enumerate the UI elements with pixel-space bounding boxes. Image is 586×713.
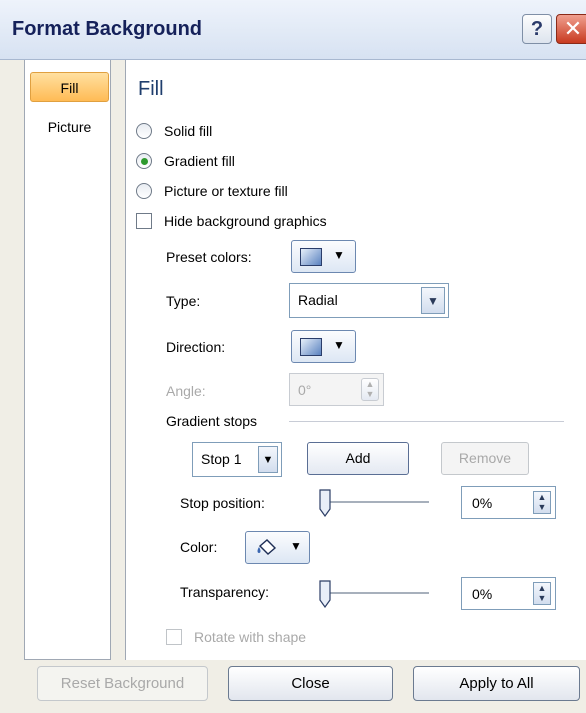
stop-position-slider[interactable] [316, 486, 431, 519]
spinner-arrows-icon: ▲ ▼ [361, 378, 379, 401]
picture-fill-option[interactable]: Picture or texture fill [136, 180, 288, 202]
remove-stop-button: Remove [441, 442, 529, 475]
type-value: Radial [298, 292, 338, 308]
preset-colors-dropdown[interactable]: ▼ [291, 240, 356, 273]
slider-track [324, 501, 429, 503]
color-label: Color: [180, 539, 218, 555]
transparency-value: 0% [472, 586, 493, 602]
format-background-dialog: Format Background ? ✕ Fill Picture Fill … [0, 0, 586, 713]
angle-value: 0° [298, 382, 312, 398]
chevron-down-icon[interactable]: ▼ [258, 446, 278, 473]
stop-position-label: Stop position: [180, 495, 265, 511]
transparency-slider[interactable] [316, 577, 431, 610]
solid-fill-option[interactable]: Solid fill [136, 120, 212, 142]
reset-background-button: Reset Background [37, 666, 208, 701]
solid-fill-radio[interactable] [136, 123, 152, 139]
selected-dot [141, 158, 148, 165]
direction-label: Direction: [166, 339, 226, 355]
fill-panel: Fill Solid fill Gradient fill Picture or… [125, 60, 586, 660]
gradient-fill-radio[interactable] [136, 153, 152, 169]
direction-swatch-icon [300, 338, 322, 356]
close-button[interactable]: Close [228, 666, 393, 701]
hide-bg-label: Hide background graphics [164, 213, 327, 229]
dropdown-arrow-icon: ▼ [333, 248, 345, 262]
hide-bg-option[interactable]: Hide background graphics [136, 210, 327, 232]
apply-to-all-button[interactable]: Apply to All [413, 666, 580, 701]
dropdown-arrow-icon: ▼ [333, 338, 345, 352]
angle-label: Angle: [166, 383, 206, 399]
color-dropdown[interactable]: ▼ [245, 531, 310, 564]
rotate-with-shape-checkbox [166, 629, 182, 645]
type-label: Type: [166, 293, 201, 309]
stop-position-value: 0% [472, 495, 493, 511]
type-select[interactable]: Radial ▼ [289, 283, 449, 318]
stop-value: Stop 1 [201, 451, 242, 467]
rotate-with-shape-option: Rotate with shape [166, 626, 306, 648]
gradient-fill-label: Gradient fill [164, 153, 235, 169]
gradient-swatch-icon [300, 248, 322, 266]
direction-dropdown[interactable]: ▼ [291, 330, 356, 363]
gradient-stops-label: Gradient stops [166, 413, 258, 429]
add-stop-button[interactable]: Add [307, 442, 409, 475]
help-button[interactable]: ? [522, 14, 552, 44]
fill-header: Fill [138, 78, 164, 100]
nav-item-picture[interactable]: Picture [30, 112, 109, 142]
nav-item-fill[interactable]: Fill [30, 72, 109, 102]
solid-fill-label: Solid fill [164, 123, 213, 139]
picture-fill-radio[interactable] [136, 183, 152, 199]
preset-colors-label: Preset colors: [166, 249, 252, 265]
category-nav: Fill Picture [24, 60, 111, 660]
transparency-label: Transparency: [180, 584, 269, 600]
transparency-spinner[interactable]: 0% ▲ ▼ [461, 577, 556, 610]
spinner-arrows-icon[interactable]: ▲ ▼ [533, 491, 551, 514]
slider-track [324, 592, 429, 594]
picture-fill-label: Picture or texture fill [164, 183, 288, 199]
rotate-with-shape-label: Rotate with shape [194, 629, 307, 645]
chevron-down-icon[interactable]: ▼ [421, 287, 445, 314]
angle-spinner: 0° ▲ ▼ [289, 373, 384, 406]
stop-select[interactable]: Stop 1 ▼ [192, 442, 282, 477]
stop-position-spinner[interactable]: 0% ▲ ▼ [461, 486, 556, 519]
dialog-title: Format Background [12, 18, 203, 40]
slider-thumb-icon[interactable] [319, 580, 331, 608]
close-icon[interactable]: ✕ [556, 14, 586, 44]
slider-thumb-icon[interactable] [319, 489, 331, 517]
group-divider [289, 421, 564, 422]
title-bar: Format Background ? ✕ [0, 0, 586, 60]
spinner-arrows-icon[interactable]: ▲ ▼ [533, 582, 551, 605]
dropdown-arrow-icon: ▼ [290, 539, 302, 553]
hide-bg-checkbox[interactable] [136, 213, 152, 229]
gradient-fill-option[interactable]: Gradient fill [136, 150, 235, 172]
paint-bucket-icon [257, 539, 277, 555]
